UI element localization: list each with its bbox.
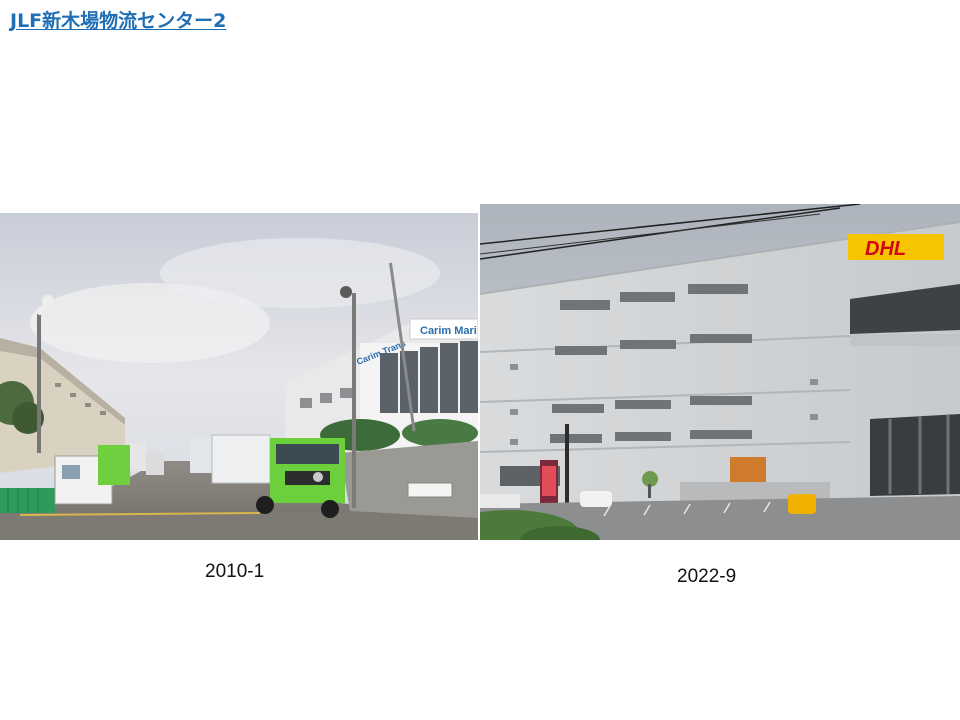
svg-text:DHL: DHL: [865, 238, 906, 260]
street-photo-2022: DHL: [480, 204, 960, 540]
street-photo-2010: Carim Mari Carim Trans: [0, 213, 478, 540]
photo-caption-2022: 2022-9: [677, 566, 737, 587]
page-title-link[interactable]: JLF新木場物流センター2: [10, 6, 226, 33]
street-photo-2022-image: DHL: [480, 204, 960, 540]
svg-text:Carim Mari: Carim Mari: [420, 325, 477, 337]
street-photo-2010-image: Carim Mari Carim Trans: [0, 213, 478, 540]
photo-caption-2010: 2010-1: [205, 561, 265, 582]
